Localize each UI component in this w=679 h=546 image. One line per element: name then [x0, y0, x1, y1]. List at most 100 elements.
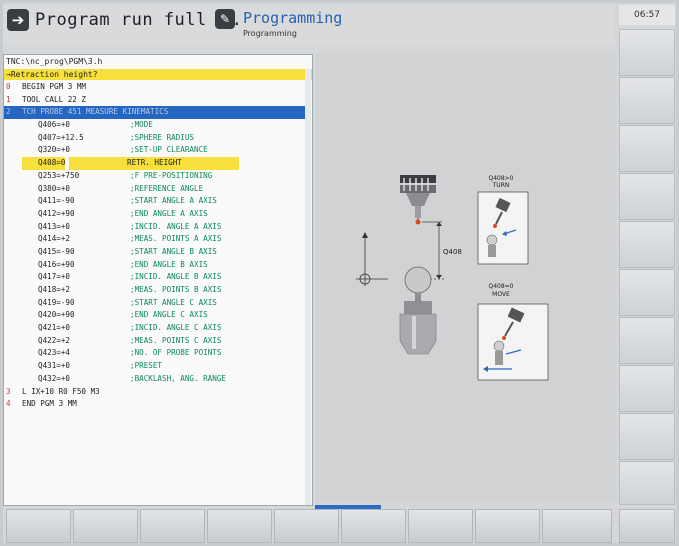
vertical-softkey-8[interactable]: [619, 365, 675, 412]
vertical-softkey-3[interactable]: [619, 125, 675, 172]
softkey-1[interactable]: [6, 509, 71, 543]
vertical-softkey-6[interactable]: [619, 269, 675, 316]
turn-illustration-icon: [477, 191, 529, 265]
q-parameter: Q431=+0: [38, 361, 71, 371]
vertical-softkey-7[interactable]: [619, 317, 675, 364]
q-parameter: Q414=+2: [38, 234, 71, 244]
parameter-comment: ;START ANGLE C AXIS: [130, 297, 217, 307]
line-number: 4: [6, 399, 11, 409]
program-line[interactable]: Q253=+750 ;F PRE-POSITIONING: [4, 170, 310, 183]
program-line[interactable]: Q416=+90 ;END ANGLE B AXIS: [4, 259, 310, 272]
program-line[interactable]: Q419=-90 ;START ANGLE C AXIS: [4, 297, 310, 310]
program-line[interactable]: Q417=+0 ;INCID. ANGLE B AXIS: [4, 271, 310, 284]
q-parameter: Q412=+90: [38, 208, 75, 218]
header-bar: ➔ Program run full s… ✎ Programming Prog…: [3, 5, 615, 45]
parameter-comment: ;MEAS. POINTS B AXIS: [130, 285, 222, 294]
program-lines: 0 BEGIN PGM 3 MM 1 TOOL CALL 22 Z 2 TCH PROBE…: [4, 81, 310, 411]
parameter-comment: ;PRESET: [130, 361, 163, 371]
program-line[interactable]: Q418=+2 ;MEAS. POINTS B AXIS: [4, 284, 310, 297]
softkey-6[interactable]: [341, 509, 406, 543]
machine-mode-title[interactable]: Program run full s…: [35, 10, 239, 30]
program-line[interactable]: Q320=+0 ;SET-UP CLEARANCE: [4, 144, 310, 157]
line-number: 1: [6, 94, 11, 104]
softkey-4[interactable]: [207, 509, 272, 543]
program-line[interactable]: Q421=+0 ;INCID. ANGLE C AXIS: [4, 322, 310, 335]
program-scrollbar[interactable]: [305, 69, 311, 505]
move-condition-label: Q408=0: [488, 283, 513, 290]
program-line[interactable]: 1 TOOL CALL 22 Z: [4, 94, 310, 107]
clock-display: 06:57: [619, 5, 675, 25]
softkey-2[interactable]: [73, 509, 138, 543]
program-line[interactable]: Q380=+0 ;REFERENCE ANGLE: [4, 183, 310, 196]
program-line[interactable]: Q431=+0 ;PRESET: [4, 360, 310, 373]
retraction-height-diagram: Q408 Q408>0 TURN Q408=0 MOVE: [356, 175, 549, 381]
program-line[interactable]: Q415=-90 ;START ANGLE B AXIS: [4, 246, 310, 259]
parameter-comment: ;START ANGLE B AXIS: [130, 246, 217, 256]
calibration-sphere-icon: [399, 266, 437, 355]
program-line[interactable]: Q422=+2 ;MEAS. POINTS C AXIS: [4, 335, 310, 348]
q-parameter: Q413=+0: [38, 221, 71, 231]
program-line[interactable]: Q406=+0 ;MODE: [4, 119, 310, 132]
line-number: 0: [6, 82, 11, 91]
move-label: MOVE: [492, 291, 510, 298]
q-parameter: Q416=+90: [38, 259, 75, 269]
nc-block-text: TOOL CALL 22 Z: [22, 94, 87, 104]
q-parameter: Q421=+0: [38, 323, 71, 333]
parameter-comment: ;START ANGLE A AXIS: [130, 196, 217, 206]
edit-field-highlight[interactable]: RETR. HEIGHT: [69, 157, 240, 170]
softkey-3[interactable]: [140, 509, 205, 543]
q-parameter: Q407=+12.5: [38, 132, 84, 142]
program-line[interactable]: Q414=+2 ;MEAS. POINTS A AXIS: [4, 233, 310, 246]
line-number: 3: [6, 386, 11, 396]
softkey-10[interactable]: [619, 509, 675, 543]
program-line[interactable]: Q413=+0 ;INCID. ANGLE A AXIS: [4, 221, 310, 234]
program-line[interactable]: 2 TCH PROBE 451 MEASURE KINEMATICS: [4, 106, 310, 120]
vertical-softkey-1[interactable]: [619, 29, 675, 76]
parameter-comment: ;NO. OF PROBE POINTS: [130, 348, 222, 358]
programming-mode[interactable]: ✎ Programming Programming: [215, 9, 415, 43]
q-parameter: Q380=+0: [38, 183, 71, 193]
q-parameter: Q420=+90: [38, 310, 75, 320]
program-line[interactable]: Q412=+90 ;END ANGLE A AXIS: [4, 208, 310, 221]
parameter-comment: ;SPHERE RADIUS: [130, 132, 195, 142]
q-parameter: Q411=-90: [38, 196, 75, 206]
q-parameter: Q418=+2: [38, 285, 71, 294]
probe-head-icon: [400, 175, 436, 225]
vertical-softkey-2[interactable]: [619, 77, 675, 124]
vertical-softkey-10[interactable]: [619, 461, 675, 505]
turn-condition-label: Q408>0: [488, 175, 513, 182]
q-parameter: Q422=+2: [38, 335, 71, 345]
program-line[interactable]: Q411=-90 ;START ANGLE A AXIS: [4, 195, 310, 208]
softkey-8[interactable]: [475, 509, 540, 543]
nc-block-text: L IX+10 R0 F50 M3: [22, 386, 100, 396]
program-line[interactable]: 3 L IX+10 R0 F50 M3: [4, 386, 310, 399]
q-parameter: Q406=+0: [38, 120, 71, 130]
parameter-comment: RETR. HEIGHT: [127, 158, 182, 168]
nc-block-text: END PGM 3 MM: [22, 399, 77, 409]
program-line[interactable]: Q408=0 RETR. HEIGHT: [4, 157, 310, 170]
program-line[interactable]: Q432=+0 ;BACKLASH, ANG. RANGE: [4, 373, 310, 386]
help-graphic-panel: Q408 Q408>0 TURN Q408=0 MOVE: [316, 54, 616, 502]
parameter-comment: ;REFERENCE ANGLE: [130, 183, 204, 193]
program-line[interactable]: Q407=+12.5 ;SPHERE RADIUS: [4, 132, 310, 145]
parameter-comment: ;MEAS. POINTS C AXIS: [130, 335, 222, 345]
program-line[interactable]: 4 END PGM 3 MM: [4, 398, 310, 411]
softkey-7[interactable]: [408, 509, 473, 543]
program-line[interactable]: Q420=+90 ;END ANGLE C AXIS: [4, 309, 310, 322]
parameter-comment: ;INCID. ANGLE A AXIS: [130, 221, 222, 231]
program-line[interactable]: 0 BEGIN PGM 3 MM: [4, 81, 310, 94]
q-parameter: Q320=+0: [38, 145, 71, 155]
vertical-softkey-4[interactable]: [619, 173, 675, 220]
q-parameter: Q417=+0: [38, 272, 71, 282]
vertical-softkey-5[interactable]: [619, 221, 675, 268]
q-parameter: Q253=+750: [38, 170, 80, 180]
vertical-softkey-9[interactable]: [619, 413, 675, 460]
softkey-9[interactable]: [542, 509, 612, 543]
softkey-5[interactable]: [274, 509, 339, 543]
dialog-prompt: →Retraction height?: [4, 69, 312, 80]
program-line[interactable]: Q423=+4 ;NO. OF PROBE POINTS: [4, 347, 310, 360]
nc-block-text: BEGIN PGM 3 MM: [22, 82, 87, 91]
programming-title: Programming: [243, 9, 343, 27]
q-parameter: Q415=-90: [38, 246, 75, 256]
parameter-comment: ;F PRE-POSITIONING: [130, 170, 213, 180]
